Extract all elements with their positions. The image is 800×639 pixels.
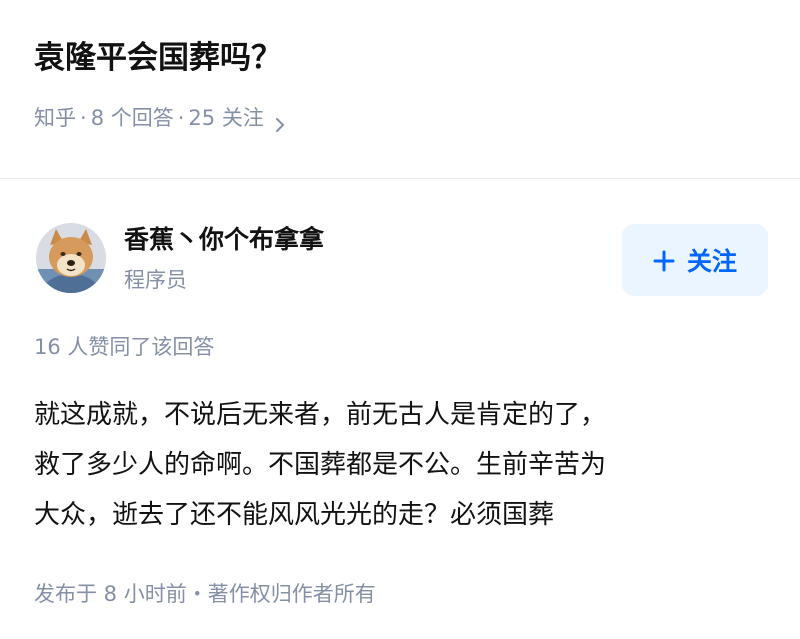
question-header: 袁隆平会国葬吗？ 知乎 · 8 个回答 · 25 关注 <box>0 0 800 178</box>
author-bio: 程序员 <box>124 268 187 292</box>
answer-line: 就这成就，不说后无来者，前无古人是肯定的了， <box>34 400 607 430</box>
shiba-dog-avatar-icon <box>36 223 106 293</box>
avatar[interactable] <box>36 223 106 293</box>
follow-button[interactable]: 关注 <box>622 224 768 296</box>
answer-footer: 发布于 8 小时前・著作权归作者所有 <box>34 582 376 606</box>
follower-count: 25 关注 <box>188 106 264 130</box>
question-title[interactable]: 袁隆平会国葬吗？ <box>34 34 282 82</box>
author-name[interactable]: 香蕉丶你个布拿拿 <box>124 220 324 260</box>
plus-icon <box>653 249 675 272</box>
answer-body[interactable]: 就这成就，不说后无来者，前无古人是肯定的了， 救了多少人的命啊。不国葬都是不公。… <box>34 390 774 540</box>
follow-button-label: 关注 <box>686 247 737 276</box>
meta-separator: · <box>80 106 87 130</box>
question-meta[interactable]: 知乎 · 8 个回答 · 25 关注 <box>34 98 286 138</box>
answer-count: 8 个回答 <box>90 106 174 130</box>
section-divider <box>0 178 800 179</box>
meta-separator: · <box>177 106 185 130</box>
source-label: 知乎 <box>34 106 76 130</box>
vote-summary[interactable]: 16 人赞同了该回答 <box>34 330 214 364</box>
answer-line: 大众，逝去了还不能风风光光的走？必须国葬 <box>34 500 555 530</box>
chevron-right-icon <box>274 108 286 132</box>
answer-line: 救了多少人的命啊。不国葬都是不公。生前辛苦为 <box>34 450 607 480</box>
